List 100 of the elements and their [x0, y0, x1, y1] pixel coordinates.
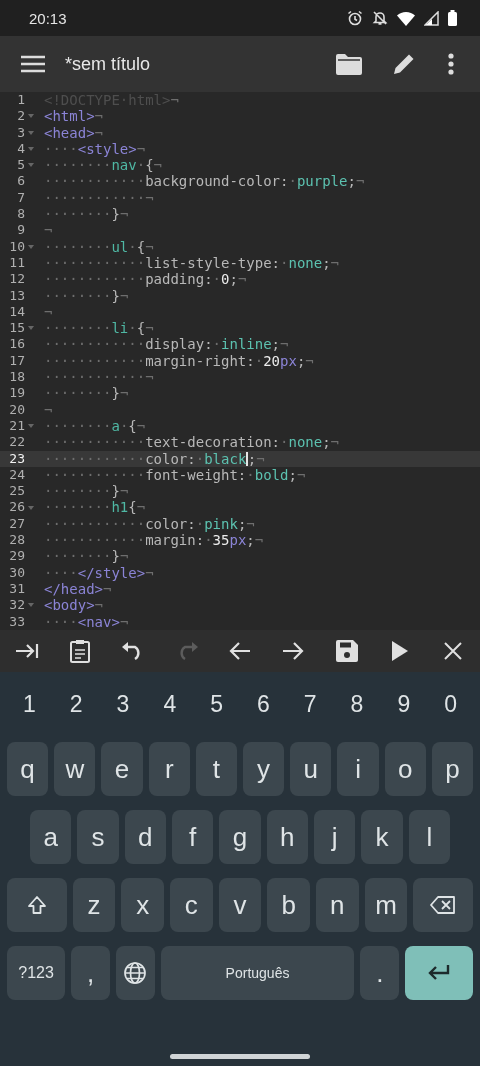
- wifi-icon: [397, 10, 415, 26]
- line-number: 25: [8, 483, 25, 500]
- fold-arrow-icon[interactable]: [28, 114, 34, 119]
- letter-key[interactable]: u: [290, 742, 332, 796]
- period-key[interactable]: .: [360, 946, 400, 1000]
- letter-key[interactable]: c: [170, 878, 213, 932]
- code-line: ········a·{¬: [44, 417, 146, 435]
- line-number: 24: [8, 466, 25, 484]
- letter-key[interactable]: g: [219, 810, 261, 864]
- letter-key[interactable]: f: [172, 810, 214, 864]
- line-number: 12: [8, 271, 25, 288]
- fold-arrow-icon[interactable]: [28, 130, 34, 135]
- code-line: ········}¬: [44, 287, 129, 304]
- muted-bell-icon: [372, 10, 388, 26]
- pencil-icon[interactable]: [392, 52, 416, 76]
- letter-key[interactable]: b: [267, 878, 310, 932]
- number-key[interactable]: 7: [286, 680, 334, 728]
- line-number: 4: [16, 140, 25, 158]
- number-key[interactable]: 9: [380, 680, 428, 728]
- space-key[interactable]: Português: [160, 946, 355, 1000]
- letter-key[interactable]: l: [408, 810, 450, 864]
- left-arrow-icon: [228, 642, 251, 660]
- comma-key[interactable]: ,: [71, 946, 110, 1000]
- code-line: ········}¬: [44, 483, 129, 500]
- letter-key[interactable]: i: [337, 742, 379, 796]
- fold-arrow-icon[interactable]: [28, 603, 34, 608]
- code-line: ············list-style-type:·none;¬: [44, 254, 340, 272]
- alarm-icon: [347, 10, 363, 26]
- letter-key[interactable]: v: [218, 878, 262, 932]
- line-number: 19: [8, 385, 25, 402]
- code-line: ········}¬: [44, 385, 129, 402]
- letter-key[interactable]: a: [30, 810, 72, 864]
- code-line: ····<nav>¬: [44, 613, 129, 630]
- letter-key[interactable]: j: [313, 810, 356, 864]
- code-line: ············padding:·0;¬: [44, 271, 247, 288]
- letter-key[interactable]: r: [148, 742, 190, 796]
- line-number: 26: [8, 499, 25, 516]
- fold-arrow-icon[interactable]: [28, 163, 34, 168]
- letter-key[interactable]: z: [72, 878, 116, 932]
- symbols-key[interactable]: ?123: [7, 946, 66, 1000]
- more-icon[interactable]: [448, 53, 454, 75]
- number-key[interactable]: 1: [6, 680, 53, 728]
- letter-key[interactable]: t: [195, 742, 237, 796]
- line-number: 5: [16, 157, 25, 174]
- code-line: <head>¬: [44, 124, 103, 141]
- code-line: <html>¬: [44, 108, 103, 125]
- number-key[interactable]: 0: [427, 680, 474, 728]
- line-number: 33: [8, 613, 25, 630]
- number-key[interactable]: 3: [99, 680, 147, 728]
- number-key[interactable]: 8: [333, 680, 381, 728]
- number-key[interactable]: 5: [193, 680, 240, 728]
- line-number: 32: [8, 597, 25, 614]
- letter-key[interactable]: d: [124, 810, 166, 864]
- menu-icon[interactable]: [21, 55, 45, 73]
- letter-key[interactable]: p: [431, 742, 474, 796]
- line-number: 30: [8, 564, 25, 581]
- code-line: ¬: [44, 303, 53, 321]
- language-key[interactable]: [115, 946, 155, 1000]
- fold-arrow-icon[interactable]: [28, 244, 34, 249]
- code-line: ············color:·black;¬: [44, 450, 265, 467]
- home-handle[interactable]: [170, 1054, 310, 1059]
- code-line: ············color:·pink;¬: [44, 515, 255, 532]
- fold-arrow-icon[interactable]: [28, 326, 34, 331]
- letter-key[interactable]: y: [243, 742, 285, 796]
- backspace-key[interactable]: [413, 878, 474, 932]
- code-line: ············¬: [44, 189, 154, 207]
- shift-key[interactable]: [7, 878, 67, 932]
- letter-key[interactable]: s: [77, 810, 119, 864]
- letter-key[interactable]: o: [384, 742, 426, 796]
- tab-icon: [14, 642, 39, 660]
- line-number: 21: [8, 417, 25, 435]
- number-key[interactable]: 6: [240, 680, 287, 728]
- code-line: ········li·{¬: [44, 320, 154, 337]
- clipboard-icon: [70, 639, 90, 663]
- folder-icon[interactable]: [336, 53, 362, 75]
- letter-key[interactable]: w: [54, 742, 96, 796]
- letter-key[interactable]: m: [364, 878, 408, 932]
- letter-key[interactable]: h: [266, 810, 308, 864]
- code-line: ¬: [44, 401, 53, 418]
- letter-key[interactable]: x: [121, 878, 165, 932]
- letter-key[interactable]: n: [316, 878, 359, 932]
- code-line: ············¬: [44, 369, 154, 386]
- number-key[interactable]: 4: [146, 680, 194, 728]
- line-number: 17: [8, 352, 25, 370]
- fold-arrow-icon[interactable]: [28, 505, 34, 510]
- letter-key[interactable]: q: [7, 742, 49, 796]
- number-key[interactable]: 2: [52, 680, 100, 728]
- letter-key[interactable]: e: [101, 742, 143, 796]
- line-number: 28: [8, 532, 25, 549]
- line-number: 11: [8, 254, 25, 272]
- enter-key[interactable]: [405, 946, 473, 1000]
- line-number: 23: [8, 450, 25, 467]
- code-line: ····<style>¬: [44, 140, 146, 158]
- code-line: <body>¬: [44, 597, 103, 614]
- fold-arrow-icon[interactable]: [28, 147, 34, 152]
- fold-arrow-icon[interactable]: [28, 424, 34, 429]
- letter-key[interactable]: k: [361, 810, 403, 864]
- line-number: 6: [16, 173, 25, 190]
- battery-icon: [448, 10, 457, 26]
- code-line: ············display:·inline;¬: [44, 336, 289, 353]
